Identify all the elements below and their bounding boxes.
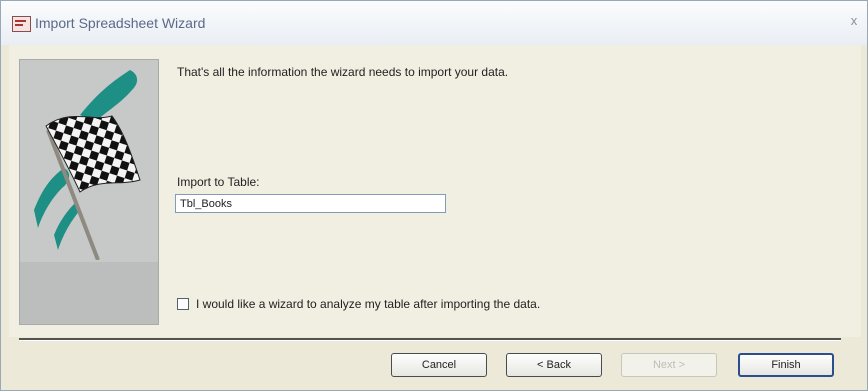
import-table-input[interactable] — [175, 194, 446, 213]
checkered-flag-icon — [34, 70, 141, 260]
next-button: Next > — [621, 353, 717, 377]
wizard-image-panel — [19, 59, 159, 325]
import-table-label: Import to Table: — [177, 175, 260, 189]
separator-highlight — [19, 340, 841, 341]
analyze-table-label[interactable]: I would like a wizard to analyze my tabl… — [196, 297, 540, 311]
finish-button[interactable]: Finish — [738, 353, 834, 377]
wizard-message: That's all the information the wizard ne… — [177, 65, 509, 79]
back-button[interactable]: < Back — [506, 353, 602, 377]
window-title: Import Spreadsheet Wizard — [35, 15, 206, 31]
analyze-table-checkbox[interactable] — [177, 298, 189, 310]
analyze-table-option[interactable]: I would like a wizard to analyze my tabl… — [177, 296, 540, 312]
title-bar[interactable]: Import Spreadsheet Wizard x — [1, 1, 867, 45]
cancel-button[interactable]: Cancel — [391, 353, 487, 377]
import-spreadsheet-wizard-dialog: Import Spreadsheet Wizard x That's all t… — [0, 0, 868, 391]
close-icon[interactable]: x — [845, 13, 863, 29]
access-table-icon — [12, 16, 31, 32]
